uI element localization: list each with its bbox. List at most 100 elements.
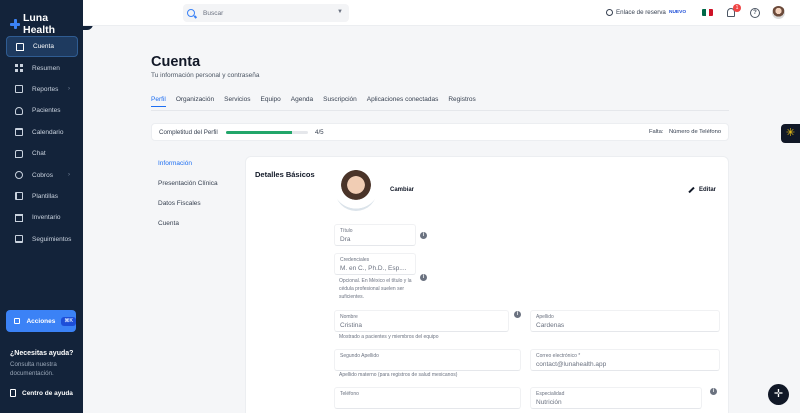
book-icon: [10, 389, 16, 397]
globe-icon: [606, 9, 613, 16]
completeness-label: Completitud del Perfil: [159, 129, 218, 136]
chevron-right-icon: ›: [68, 172, 70, 179]
sidebar-item-cuenta[interactable]: Cuenta: [6, 36, 78, 58]
tab-registros[interactable]: Registros: [448, 96, 475, 107]
chevron-down-icon: ▼: [337, 9, 343, 15]
actions-icon: [14, 318, 21, 324]
subnav-presentacion-clinica[interactable]: Presentación Clínica: [158, 180, 218, 200]
info-icon[interactable]: i: [710, 388, 717, 395]
side-widget-button[interactable]: ✳: [781, 124, 800, 143]
info-icon[interactable]: i: [420, 232, 427, 239]
booking-link[interactable]: Enlace de reserva: [606, 9, 666, 16]
chat-icon: [15, 149, 23, 158]
credentials-field-label: Credenciales: [340, 257, 370, 263]
sidebar-item-plantillas[interactable]: Plantillas: [6, 186, 78, 207]
edit-label: Editar: [699, 187, 717, 193]
tab-aplicaciones-conectadas[interactable]: Aplicaciones conectadas: [367, 96, 439, 107]
last-name-value: Cardenas: [536, 322, 565, 329]
actions-button[interactable]: Acciones ⌘K: [6, 310, 76, 332]
help-icon[interactable]: ?: [750, 8, 760, 18]
home-icon: [16, 42, 24, 51]
template-icon: [15, 192, 23, 201]
tab-equipo[interactable]: Equipo: [261, 96, 281, 107]
sidebar-item-label: Pacientes: [32, 107, 61, 115]
first-name-hint: Mostrado a pacientes y miembros del equi…: [339, 334, 439, 340]
sidebar-item-label: Reportes: [32, 85, 59, 93]
info-icon[interactable]: i: [514, 311, 521, 318]
tracking-icon: [15, 235, 23, 244]
sidebar-item-label: Resumen: [32, 64, 60, 72]
info-icon[interactable]: i: [420, 274, 427, 281]
pencil-icon: [688, 186, 695, 194]
help-center-link[interactable]: Centro de ayuda: [10, 389, 73, 397]
edit-button[interactable]: Editar: [688, 186, 717, 194]
account-tabs: Perfil Organización Servicios Equipo Agenda S…: [151, 96, 476, 107]
change-photo-button[interactable]: Cambiar: [390, 187, 414, 193]
tab-agenda[interactable]: Agenda: [291, 96, 313, 107]
tab-organización[interactable]: Organización: [176, 96, 214, 107]
profile-completeness: Completitud del Perfil 4/5 Falta: Número…: [151, 123, 729, 141]
email-field[interactable]: Correo electrónico * contact@lunahealth.…: [530, 349, 720, 371]
chevron-right-icon: ›: [68, 86, 70, 93]
sidebar-item-cobros[interactable]: Cobros ›: [6, 164, 78, 185]
notification-count: 1: [733, 4, 741, 12]
report-icon: [15, 85, 23, 94]
sidebar-item-label: Calendario: [32, 128, 64, 136]
sidebar-item-chat[interactable]: Chat: [6, 143, 78, 164]
second-last-name-field[interactable]: Segundo Apellido: [334, 349, 521, 371]
sidebar: Luna Health Cuenta Resumen Reportes › Pacien…: [0, 0, 83, 413]
phone-field[interactable]: Teléfono: [334, 387, 521, 409]
sidebar-item-reportes[interactable]: Reportes ›: [6, 79, 78, 100]
actions-shortcut: ⌘K: [61, 316, 76, 326]
grid-icon: [15, 64, 23, 73]
calendar-icon: [15, 128, 23, 137]
missing-value[interactable]: Número de Teléfono: [669, 129, 721, 135]
email-value: contact@lunahealth.app: [536, 361, 607, 368]
search-placeholder: Buscar: [203, 9, 224, 17]
sidebar-item-calendario[interactable]: Calendario: [6, 122, 78, 143]
title-field[interactable]: Título Dra: [334, 224, 416, 246]
sidebar-item-inventario[interactable]: Inventario: [6, 207, 78, 228]
section-title: Detalles Básicos: [255, 170, 315, 179]
brand-logo[interactable]: Luna Health: [10, 12, 83, 36]
page-title: Cuenta: [151, 54, 201, 70]
last-name-field[interactable]: Apellido Cardenas: [530, 310, 720, 332]
tab-suscripción[interactable]: Suscripción: [323, 96, 357, 107]
sidebar-item-pacientes[interactable]: Pacientes: [6, 100, 78, 121]
first-name-value: Cristina: [340, 322, 363, 329]
search-input[interactable]: Buscar ▼: [183, 4, 349, 22]
sidebar-nav: Cuenta Resumen Reportes › Pacientes Calendari…: [6, 36, 78, 250]
page-subtitle: Tu información personal y contraseña: [151, 72, 260, 79]
tab-servicios[interactable]: Servicios: [224, 96, 250, 107]
subnav-cuenta[interactable]: Cuenta: [158, 220, 218, 240]
tab-perfil[interactable]: Perfil: [151, 96, 166, 107]
specialty-field[interactable]: Especialidad Nutrición: [530, 387, 702, 409]
floating-action-button[interactable]: ✛: [768, 384, 789, 405]
mexico-flag-icon[interactable]: [702, 9, 713, 16]
profile-photo: [335, 169, 377, 211]
sidebar-item-label: Seguimientos: [32, 235, 72, 243]
subnav-datos-fiscales[interactable]: Datos Fiscales: [158, 200, 218, 220]
specialty-label: Especialidad: [536, 391, 565, 397]
tabs-divider: [151, 110, 729, 111]
user-avatar[interactable]: [772, 6, 785, 19]
profile-subnav: Información Presentación Clínica Datos F…: [158, 160, 218, 240]
basic-details-card: Detalles Básicos Cambiar Editar Título D…: [245, 156, 729, 413]
sidebar-item-label: Plantillas: [32, 192, 59, 200]
brand-name: Luna Health: [22, 12, 56, 36]
email-label: Correo electrónico *: [536, 353, 581, 359]
flag-red: [709, 9, 713, 16]
last-name-label: Apellido: [536, 314, 554, 320]
phone-label: Teléfono: [340, 391, 359, 397]
sidebar-item-label: Cobros: [32, 171, 53, 179]
search-icon: [187, 9, 195, 17]
sidebar-item-label: Chat: [32, 150, 46, 158]
sidebar-item-resumen[interactable]: Resumen: [6, 57, 78, 78]
first-name-field[interactable]: Nombre Cristina: [334, 310, 509, 332]
sidebar-item-seguimientos[interactable]: Seguimientos: [6, 229, 78, 250]
subnav-informacion[interactable]: Información: [158, 160, 218, 180]
completeness-fill: [226, 131, 292, 134]
second-last-name-hint: Apellido materno (para registros de salu…: [339, 372, 458, 378]
booking-link-label: Enlace de reserva: [616, 9, 666, 16]
credentials-field[interactable]: Credenciales M. en C., Ph.D., Esp....: [334, 253, 416, 275]
